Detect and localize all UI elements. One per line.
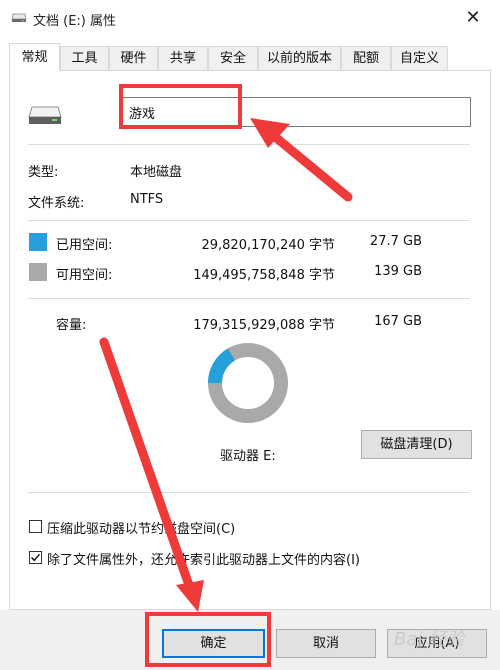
divider [28,298,470,299]
hard-drive-icon [28,106,62,124]
tab-security[interactable]: 安全 [208,46,258,70]
free-space-bytes: 149,495,758,848 字节 [193,268,335,283]
tab-tools[interactable]: 工具 [60,46,109,70]
close-button[interactable]: ✕ [455,5,491,31]
compress-checkbox[interactable] [29,520,42,533]
divider [28,492,470,493]
used-space-bytes: 29,820,170,240 字节 [201,238,335,253]
used-space-size: 27.7 GB [369,234,422,249]
type-label: 类型: [28,165,59,180]
annotation-box-ok [145,612,271,667]
checkmark-icon [31,553,41,562]
divider [28,220,470,221]
tab-hardware[interactable]: 硬件 [109,46,158,70]
capacity-bytes: 179,315,929,088 字节 [193,318,335,333]
annotation-box-name [119,84,242,129]
divider [28,144,470,145]
filesystem-value: NTFS [130,192,164,207]
usage-donut [208,343,288,423]
capacity-label: 容量: [56,318,87,333]
drive-letter-label: 驱动器 E: [220,449,276,464]
capacity-size: 167 GB [374,314,422,329]
free-space-swatch [29,263,47,281]
compress-label: 压缩此驱动器以节约磁盘空间(C) [47,522,236,537]
type-value: 本地磁盘 [130,165,183,180]
window-title: 文档 (E:) 属性 [33,14,117,29]
used-space-arc [208,348,236,384]
filesystem-label: 文件系统: [28,196,85,211]
index-label: 除了文件属性外，还允许索引此驱动器上文件的内容(I) [47,553,360,568]
tab-previous-versions[interactable]: 以前的版本 [258,46,341,70]
tab-sharing[interactable]: 共享 [158,46,208,70]
used-space-swatch [29,233,47,251]
cancel-button[interactable]: 取消 [276,629,376,658]
free-space-size: 139 GB [374,264,422,279]
tab-quota[interactable]: 配额 [341,46,391,70]
tab-general[interactable]: 常规 [9,43,60,71]
drive-icon [11,13,27,22]
used-space-label: 已用空间: [56,238,113,253]
watermark: Bai 经验 [394,629,465,650]
free-space-label: 可用空间: [56,268,113,283]
tab-customize[interactable]: 自定义 [391,46,448,70]
index-checkbox[interactable] [29,551,42,564]
disk-cleanup-button[interactable]: 磁盘清理(D) [361,430,472,459]
